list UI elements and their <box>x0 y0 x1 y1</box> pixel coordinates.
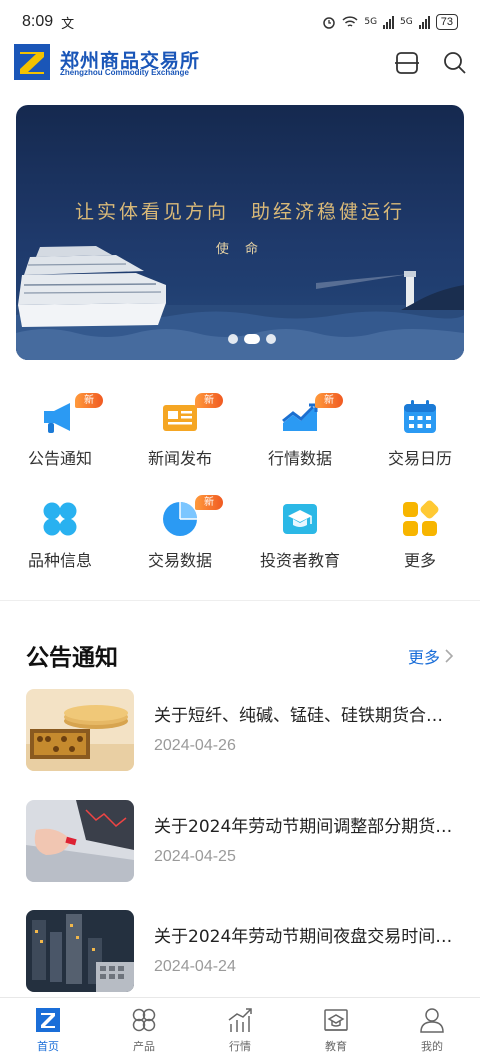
products-icon <box>132 1008 156 1032</box>
menu-item-more[interactable]: 更多 <box>360 487 480 587</box>
signal-label-1: 5G <box>364 17 378 27</box>
news-list-item[interactable]: 关于2024年劳动节期间调整部分期货合约交易保证金标准的通知 2024-04-2… <box>26 800 456 884</box>
czce-logo-icon <box>14 44 50 80</box>
nav-products[interactable]: 产品 <box>96 998 192 1061</box>
new-badge: 新 <box>195 495 223 510</box>
banner-carousel[interactable]: 让实体看见方向 助经济稳健运行 使 命 <box>16 105 464 360</box>
menu-item-news[interactable]: 新 新闻发布 <box>120 385 240 485</box>
status-indicators: 5G 5G 73 <box>322 14 458 30</box>
news-title: 关于短纤、纯碱、锰硅、硅铁期货合约交易保证金标准和涨跌停板幅度调整的通知 <box>154 706 456 726</box>
banner-illustration <box>16 246 464 360</box>
home-logo-icon <box>36 1008 60 1032</box>
news-list-item[interactable]: 关于短纤、纯碱、锰硅、硅铁期货合约交易保证金标准和涨跌停板幅度调整的通知 202… <box>26 689 456 773</box>
menu-item-product-info[interactable]: 品种信息 <box>0 487 120 587</box>
brand-name-en: Zhengzhou Commodity Exchange <box>60 68 189 77</box>
new-badge: 新 <box>315 393 343 408</box>
menu-item-announcements[interactable]: 新 公告通知 <box>0 385 120 485</box>
more-grid-icon <box>403 500 439 536</box>
menu-item-trading-data[interactable]: 新 交易数据 <box>120 487 240 587</box>
more-label: 更多 <box>407 648 440 667</box>
menu-label: 投资者教育 <box>259 551 340 570</box>
nav-label: 产品 <box>133 1040 155 1053</box>
megaphone-icon <box>44 403 70 433</box>
abacus-image <box>26 689 134 771</box>
menu-label: 交易日历 <box>387 449 452 468</box>
battery-indicator: 73 <box>435 14 458 30</box>
nav-home[interactable]: 首页 <box>0 998 96 1061</box>
status-bar: 8:09 文 5G 5G 73 <box>0 0 480 44</box>
news-thumbnail-laptop <box>26 800 134 882</box>
news-list-item[interactable]: 关于2024年劳动节期间夜盘交易时间安排的通知 2024-04-24 <box>26 910 456 994</box>
carousel-indicators[interactable] <box>228 334 276 344</box>
news-title: 关于2024年劳动节期间调整部分期货合约交易保证金标准的通知 <box>154 817 456 837</box>
nav-label: 我的 <box>421 1040 443 1053</box>
section-title-announcements: 公告通知 <box>26 645 118 671</box>
laptop-trading-image <box>26 800 134 882</box>
chevron-right-icon <box>445 649 454 663</box>
carousel-dot[interactable] <box>228 334 238 344</box>
news-thumbnail-city <box>26 910 134 992</box>
nav-label: 教育 <box>325 1040 347 1053</box>
graduation-cap-icon <box>283 504 317 534</box>
signal-label-2: 5G <box>400 17 413 27</box>
banner-subtitle: 使 命 <box>215 242 265 257</box>
trend-chart-icon <box>282 403 318 431</box>
nav-profile[interactable]: 我的 <box>384 998 480 1061</box>
status-extra: 文 <box>61 16 75 32</box>
menu-label: 更多 <box>403 551 436 570</box>
nav-market[interactable]: 行情 <box>192 998 288 1061</box>
market-icon <box>228 1008 252 1032</box>
menu-label: 行情数据 <box>267 449 332 468</box>
news-title: 关于2024年劳动节期间夜盘交易时间安排的通知 <box>154 927 456 947</box>
education-icon <box>324 1009 348 1031</box>
status-time: 8:09 <box>22 13 54 30</box>
clover-icon <box>43 502 77 536</box>
wifi-icon <box>342 16 358 27</box>
banner-slogan: 让实体看见方向 助经济稳健运行 <box>74 201 405 223</box>
menu-label: 品种信息 <box>27 551 92 570</box>
new-badge: 新 <box>75 393 103 408</box>
search-icon[interactable] <box>442 50 468 76</box>
signal-bars-1-icon <box>383 15 395 29</box>
menu-label: 新闻发布 <box>147 449 212 468</box>
news-date: 2024-04-25 <box>154 848 236 865</box>
announcements-more-link[interactable]: 更多 <box>408 644 454 668</box>
carousel-dot-active[interactable] <box>244 334 260 344</box>
calendar-icon <box>404 400 436 433</box>
newspaper-icon <box>163 405 197 431</box>
nav-label: 行情 <box>229 1040 251 1053</box>
app-header: 郑州商品交易所 Zhengzhou Commodity Exchange <box>0 44 480 84</box>
profile-icon <box>420 1008 444 1033</box>
nav-label: 首页 <box>37 1040 59 1053</box>
section-divider <box>0 600 480 601</box>
pie-chart-icon <box>163 502 197 536</box>
scan-icon[interactable] <box>394 50 420 76</box>
city-night-image <box>26 910 134 992</box>
menu-label: 公告通知 <box>27 449 92 468</box>
nav-education[interactable]: 教育 <box>288 998 384 1061</box>
bottom-navigation: 首页 产品 行情 教育 我的 <box>0 997 480 1061</box>
menu-label: 交易数据 <box>147 551 212 570</box>
signal-bars-2-icon <box>418 15 430 29</box>
news-date: 2024-04-26 <box>154 737 236 754</box>
carousel-dot[interactable] <box>266 334 276 344</box>
menu-item-market-data[interactable]: 新 行情数据 <box>240 385 360 485</box>
menu-item-trading-calendar[interactable]: 交易日历 <box>360 385 480 485</box>
alarm-icon <box>323 17 336 29</box>
menu-item-investor-education[interactable]: 投资者教育 <box>240 487 360 587</box>
news-thumbnail-abacus <box>26 689 134 771</box>
new-badge: 新 <box>195 393 223 408</box>
news-date: 2024-04-24 <box>154 958 236 975</box>
